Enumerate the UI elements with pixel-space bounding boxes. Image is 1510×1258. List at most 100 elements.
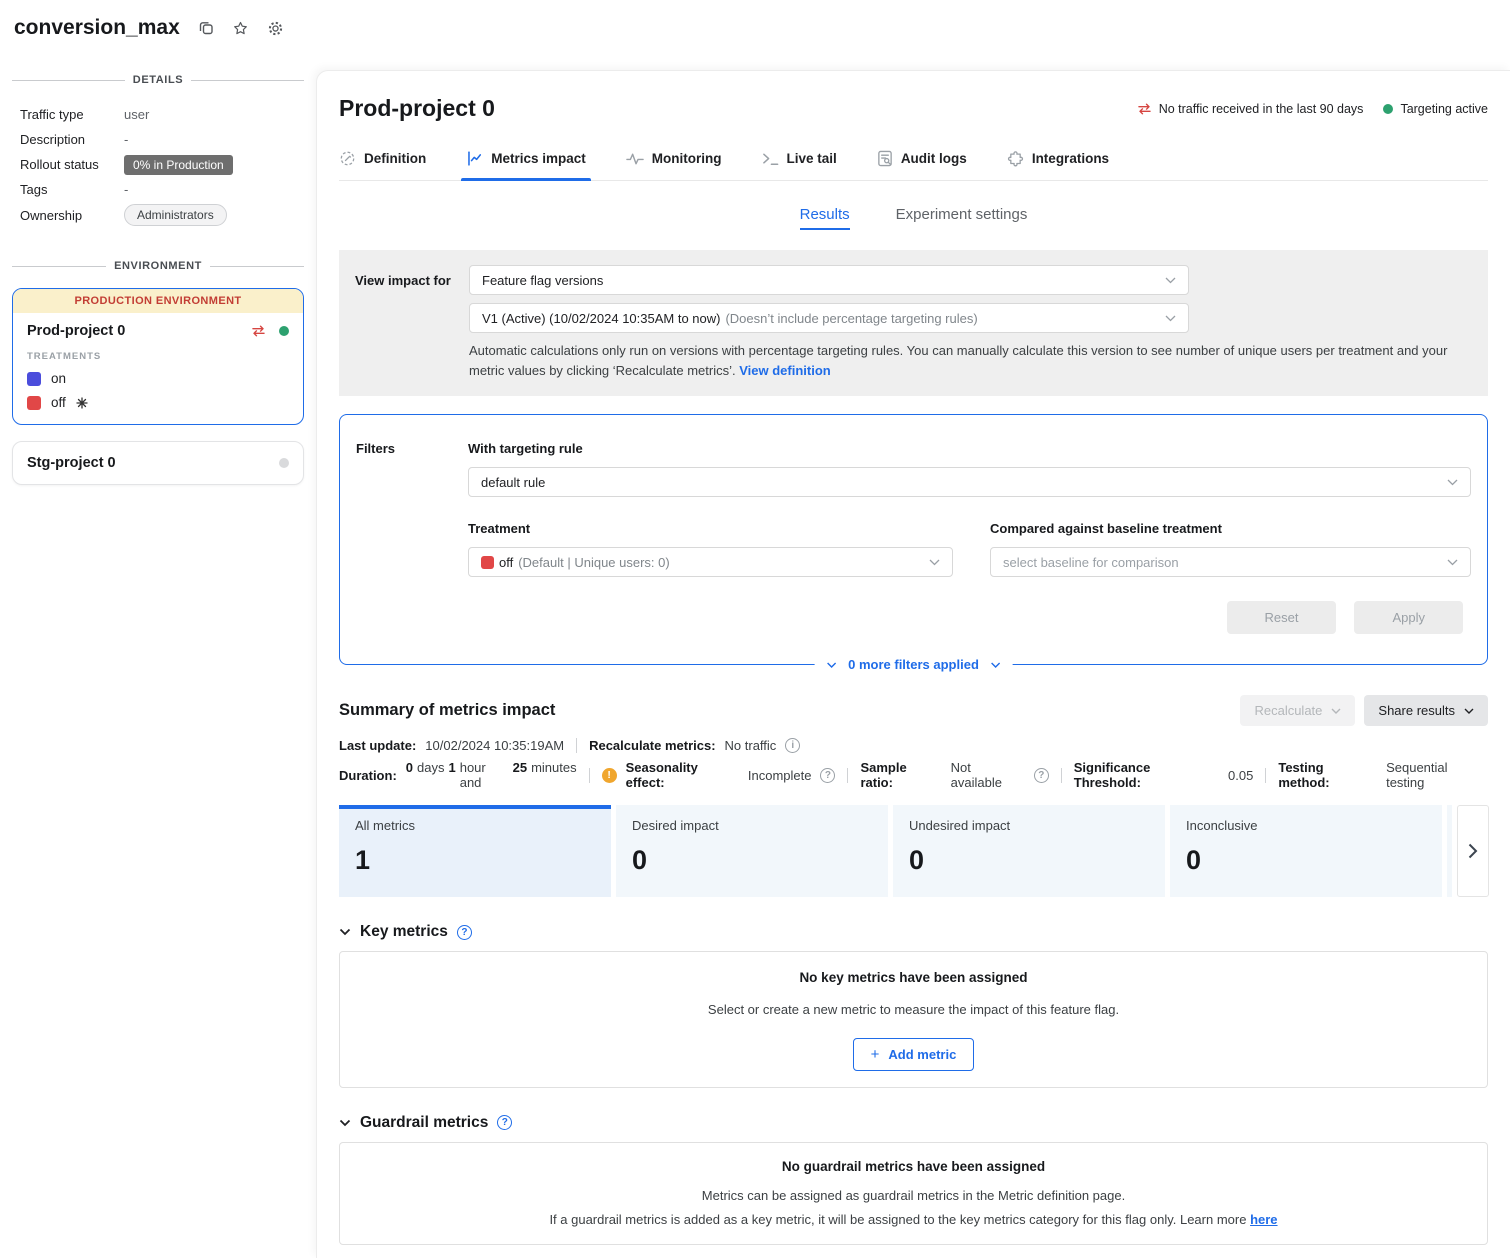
duration-label: Duration: xyxy=(339,768,397,783)
targeting-active-dot xyxy=(1383,104,1393,114)
treatment-column: Treatment off (Default | Unique users: 0… xyxy=(468,521,953,577)
main-content: Prod-project 0 No traffic received in th… xyxy=(316,70,1510,1258)
card-desired-impact[interactable]: Desired impact 0 xyxy=(616,805,888,897)
help-icon[interactable]: ? xyxy=(457,925,472,940)
detail-row-tags: Tags - xyxy=(20,179,316,200)
cards-next-button[interactable] xyxy=(1457,805,1489,897)
tab-bar: Definition Metrics impact Monitoring Liv… xyxy=(339,150,1488,181)
card-inconclusive-value: 0 xyxy=(1186,845,1426,876)
tab-definition[interactable]: Definition xyxy=(339,150,426,180)
plus-icon: + xyxy=(871,1047,880,1062)
detail-row-ownership: Ownership Administrators xyxy=(20,204,316,226)
copy-icon[interactable] xyxy=(198,20,214,36)
tab-integrations[interactable]: Integrations xyxy=(1007,150,1109,180)
duration-value: 0 days 1 hour and 25 minutes xyxy=(406,760,577,790)
impact-version-note: (Doesn’t include percentage targeting ru… xyxy=(725,311,977,326)
traffic-status-text: No traffic received in the last 90 days xyxy=(1159,102,1364,116)
baseline-placeholder: select baseline for comparison xyxy=(1003,555,1179,570)
tab-live-tail[interactable]: Live tail xyxy=(762,150,837,180)
recalculate-button[interactable]: Recalculate xyxy=(1240,695,1355,726)
card-inconclusive-label: Inconclusive xyxy=(1186,818,1426,833)
guardrail-line2-text: If a guardrail metrics is added as a key… xyxy=(549,1212,1246,1227)
card-inconclusive[interactable]: Inconclusive 0 xyxy=(1170,805,1442,897)
staging-status-dot xyxy=(279,458,289,468)
key-metrics-title: Key metrics xyxy=(360,923,448,941)
impact-version-dropdown[interactable]: V1 (Active) (10/02/2024 10:35AM to now) … xyxy=(469,303,1189,333)
guardrail-empty-title: No guardrail metrics have been assigned xyxy=(360,1159,1467,1174)
tab-audit-logs[interactable]: Audit logs xyxy=(877,150,967,180)
targeting-status: Targeting active xyxy=(1383,102,1488,116)
treatment-label: Treatment xyxy=(468,521,953,536)
ownership-label: Ownership xyxy=(20,208,124,223)
card-undesired-impact[interactable]: Undesired impact 0 xyxy=(893,805,1165,897)
apply-button[interactable]: Apply xyxy=(1354,601,1463,634)
description-value: - xyxy=(124,132,128,147)
metrics-impact-icon xyxy=(466,150,483,167)
duration-min-word: minutes xyxy=(531,760,577,775)
subtab-results[interactable]: Results xyxy=(800,206,850,230)
subtab-experiment-settings[interactable]: Experiment settings xyxy=(896,206,1028,230)
more-filters-label: 0 more filters applied xyxy=(848,657,979,672)
guardrail-line1: Metrics can be assigned as guardrail met… xyxy=(360,1186,1467,1206)
divider xyxy=(12,266,106,267)
tab-metrics-impact[interactable]: Metrics impact xyxy=(466,150,586,180)
tab-metrics-impact-label: Metrics impact xyxy=(491,151,586,166)
view-impact-panel: View impact for Feature flag versions V1… xyxy=(339,250,1488,396)
tab-monitoring-label: Monitoring xyxy=(652,151,722,166)
collapse-chevron-icon[interactable] xyxy=(339,1119,351,1127)
separator xyxy=(589,768,590,783)
recalculate-metrics-label: Recalculate metrics: xyxy=(589,738,715,753)
key-metrics-header: Key metrics ? xyxy=(339,923,1488,941)
duration-hours-word: hour and xyxy=(460,760,509,790)
key-metrics-empty-title: No key metrics have been assigned xyxy=(360,970,1467,985)
production-environment-banner: PRODUCTION ENVIRONMENT xyxy=(13,289,303,313)
recalculate-label: Recalculate xyxy=(1254,703,1322,718)
star-icon[interactable] xyxy=(232,20,249,37)
duration-days-num: 0 xyxy=(406,760,413,775)
collapse-chevron-icon[interactable] xyxy=(339,928,351,936)
add-metric-button[interactable]: + Add metric xyxy=(853,1038,975,1071)
reset-button[interactable]: Reset xyxy=(1227,601,1337,634)
monitoring-icon xyxy=(626,152,644,166)
view-impact-body: Feature flag versions V1 (Active) (10/02… xyxy=(469,265,1472,381)
card-all-metrics[interactable]: All metrics 1 xyxy=(339,805,611,897)
production-card-body: Prod-project 0 TREATMENTS on off xyxy=(13,313,303,424)
divider xyxy=(210,266,304,267)
detail-row-description: Description - xyxy=(20,129,316,150)
rollout-status-badge: 0% in Production xyxy=(124,155,233,175)
gear-icon[interactable] xyxy=(267,20,284,37)
duration-min-num: 25 xyxy=(513,760,527,775)
card-partial xyxy=(1447,805,1452,897)
treatment-off-swatch xyxy=(481,556,494,569)
testing-method-value: Sequential testing xyxy=(1386,760,1488,790)
rollout-status-label: Rollout status xyxy=(20,157,124,172)
card-undesired-impact-label: Undesired impact xyxy=(909,818,1149,833)
card-all-metrics-label: All metrics xyxy=(355,818,595,833)
summary-header: Summary of metrics impact Recalculate Sh… xyxy=(339,695,1488,726)
tab-integrations-label: Integrations xyxy=(1032,151,1109,166)
more-filters-toggle[interactable]: 0 more filters applied xyxy=(814,655,1013,674)
learn-more-link[interactable]: here xyxy=(1250,1212,1277,1227)
default-treatment-icon xyxy=(76,397,88,409)
environment-card-production[interactable]: PRODUCTION ENVIRONMENT Prod-project 0 TR… xyxy=(12,288,304,425)
treatment-dropdown[interactable]: off (Default | Unique users: 0) xyxy=(468,547,953,577)
duration-hours-num: 1 xyxy=(448,760,455,775)
baseline-dropdown[interactable]: select baseline for comparison xyxy=(990,547,1471,577)
baseline-label: Compared against baseline treatment xyxy=(990,521,1471,536)
info-icon[interactable]: i xyxy=(785,738,800,753)
help-icon[interactable]: ? xyxy=(820,768,835,783)
tab-monitoring[interactable]: Monitoring xyxy=(626,150,722,180)
targeting-rule-dropdown[interactable]: default rule xyxy=(468,467,1471,497)
view-definition-link[interactable]: View definition xyxy=(739,363,831,378)
seasonality-label: Seasonality effect: xyxy=(626,760,739,790)
last-update-label: Last update: xyxy=(339,738,416,753)
share-results-button[interactable]: Share results xyxy=(1364,695,1488,726)
tab-definition-label: Definition xyxy=(364,151,426,166)
description-label: Description xyxy=(20,132,124,147)
last-update-value: 10/02/2024 10:35:19AM xyxy=(425,738,564,753)
help-icon[interactable]: ? xyxy=(497,1115,512,1130)
impact-source-dropdown[interactable]: Feature flag versions xyxy=(469,265,1189,295)
tags-label: Tags xyxy=(20,182,124,197)
environment-card-staging[interactable]: Stg-project 0 xyxy=(12,441,304,485)
help-icon[interactable]: ? xyxy=(1034,768,1049,783)
